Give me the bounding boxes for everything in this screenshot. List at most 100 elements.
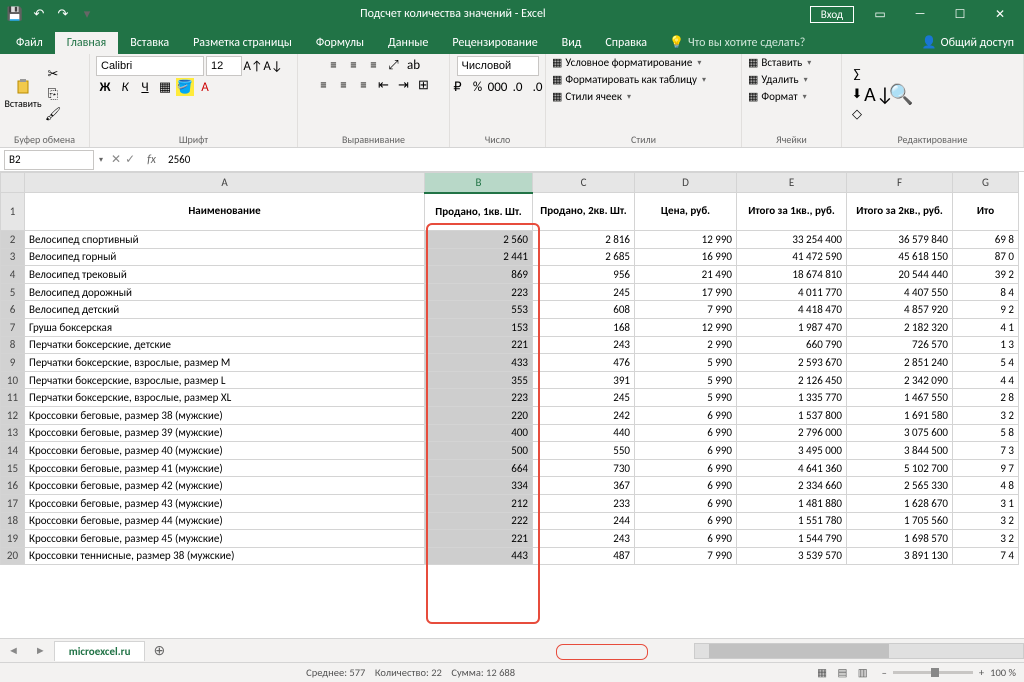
cell[interactable]: 433 — [425, 354, 533, 372]
cell[interactable]: Кроссовки беговые, размер 44 (мужские) — [25, 512, 425, 530]
row-header[interactable]: 12 — [1, 406, 25, 424]
row-header[interactable]: 14 — [1, 442, 25, 460]
cell[interactable]: 16 990 — [635, 248, 737, 266]
cell[interactable]: 222 — [425, 512, 533, 530]
cell[interactable]: 5 990 — [635, 389, 737, 407]
cell[interactable]: Кроссовки беговые, размер 38 (мужские) — [25, 406, 425, 424]
cell[interactable]: 4 857 920 — [847, 301, 953, 319]
tab-review[interactable]: Рецензирование — [440, 32, 549, 54]
copy-icon[interactable]: ⎘ — [44, 86, 62, 104]
align-left-icon[interactable]: ≡ — [315, 76, 333, 94]
col-header-g[interactable]: G — [953, 173, 1019, 193]
cell[interactable]: 1 551 780 — [737, 512, 847, 530]
cell[interactable]: 2 560 — [425, 231, 533, 249]
row-header[interactable]: 17 — [1, 494, 25, 512]
page-layout-view-icon[interactable]: ▤ — [833, 666, 851, 679]
cell[interactable]: 153 — [425, 318, 533, 336]
cell[interactable]: 3 1 — [953, 494, 1019, 512]
cell[interactable]: 3 2 — [953, 406, 1019, 424]
cell[interactable]: 4 4 — [953, 371, 1019, 389]
col-header-a[interactable]: A — [25, 173, 425, 193]
cell[interactable]: 2 126 450 — [737, 371, 847, 389]
cell[interactable]: 69 8 — [953, 231, 1019, 249]
cell[interactable]: 869 — [425, 266, 533, 284]
row-header[interactable]: 19 — [1, 530, 25, 548]
namebox-dropdown-icon[interactable]: ▾ — [97, 155, 105, 165]
cell[interactable]: Продано, 1кв. Шт. — [425, 193, 533, 231]
cell[interactable]: 242 — [533, 406, 635, 424]
ribbon-options-icon[interactable]: ▭ — [862, 3, 898, 25]
row-header[interactable]: 2 — [1, 231, 25, 249]
cell[interactable]: 1 691 580 — [847, 406, 953, 424]
cell[interactable]: 726 570 — [847, 336, 953, 354]
cell[interactable]: 3 2 — [953, 530, 1019, 548]
cell[interactable]: Кроссовки беговые, размер 42 (мужские) — [25, 477, 425, 495]
cell[interactable]: 2 565 330 — [847, 477, 953, 495]
tab-home[interactable]: Главная — [55, 32, 118, 54]
cell[interactable]: Итого за 1кв., руб. — [737, 193, 847, 231]
cell[interactable]: 2 593 670 — [737, 354, 847, 372]
row-header[interactable]: 20 — [1, 547, 25, 565]
cell[interactable]: 4 011 770 — [737, 283, 847, 301]
cell[interactable]: 7 3 — [953, 442, 1019, 460]
save-icon[interactable]: 💾 — [6, 5, 24, 23]
cell[interactable]: 2 685 — [533, 248, 635, 266]
cell[interactable]: 7 990 — [635, 547, 737, 565]
spreadsheet-grid[interactable]: A B C D E F G 1 Наименование Продано, 1к… — [0, 172, 1024, 638]
insert-cells-button[interactable]: ▦Вставить▾ — [748, 56, 813, 69]
italic-icon[interactable]: К — [116, 78, 134, 96]
cell[interactable]: Ито — [953, 193, 1019, 231]
new-sheet-icon[interactable]: ⊕ — [145, 642, 173, 659]
cell[interactable]: 3 891 130 — [847, 547, 953, 565]
cell[interactable]: 223 — [425, 283, 533, 301]
cell[interactable]: 243 — [533, 530, 635, 548]
cell[interactable]: Велосипед дорожный — [25, 283, 425, 301]
horizontal-scrollbar[interactable] — [694, 643, 1024, 659]
row-header[interactable]: 1 — [1, 193, 25, 231]
bold-icon[interactable]: Ж — [96, 78, 114, 96]
currency-icon[interactable]: ₽ — [449, 78, 467, 96]
font-color-icon[interactable]: A — [196, 78, 214, 96]
col-header-c[interactable]: C — [533, 173, 635, 193]
align-bottom-icon[interactable]: ≡ — [365, 56, 383, 74]
cell[interactable]: Перчатки боксерские, взрослые, размер L — [25, 371, 425, 389]
cell[interactable]: Продано, 2кв. Шт. — [533, 193, 635, 231]
autosum-icon[interactable]: ∑ — [848, 66, 866, 84]
accept-formula-icon[interactable]: ✓ — [125, 152, 135, 167]
decrease-decimal-icon[interactable]: .0 — [529, 78, 547, 96]
cell[interactable]: 1 467 550 — [847, 389, 953, 407]
cell[interactable]: 20 544 440 — [847, 266, 953, 284]
cell[interactable]: 440 — [533, 424, 635, 442]
close-icon[interactable]: ✕ — [982, 3, 1018, 25]
cell[interactable]: 6 990 — [635, 459, 737, 477]
cell[interactable]: Кроссовки беговые, размер 45 (мужские) — [25, 530, 425, 548]
cell[interactable]: 2 796 000 — [737, 424, 847, 442]
name-box[interactable]: B2 — [4, 150, 94, 170]
cell[interactable]: 1 3 — [953, 336, 1019, 354]
cut-icon[interactable]: ✂ — [44, 66, 62, 84]
underline-icon[interactable]: Ч — [136, 78, 154, 96]
row-header[interactable]: 6 — [1, 301, 25, 319]
cell[interactable]: 1 705 560 — [847, 512, 953, 530]
cell[interactable]: Кроссовки беговые, размер 40 (мужские) — [25, 442, 425, 460]
cell[interactable]: 2 816 — [533, 231, 635, 249]
align-top-icon[interactable]: ≡ — [325, 56, 343, 74]
cell[interactable]: 212 — [425, 494, 533, 512]
cell[interactable]: 45 618 150 — [847, 248, 953, 266]
cancel-formula-icon[interactable]: ✕ — [111, 152, 121, 167]
zoom-slider[interactable] — [893, 671, 973, 674]
tab-help[interactable]: Справка — [593, 32, 659, 54]
conditional-format-button[interactable]: ▦Условное форматирование▾ — [552, 56, 703, 69]
col-header-f[interactable]: F — [847, 173, 953, 193]
cell[interactable]: 6 990 — [635, 477, 737, 495]
wrap-text-icon[interactable]: ab — [405, 56, 423, 74]
cell[interactable]: 391 — [533, 371, 635, 389]
cell[interactable]: 1 544 790 — [737, 530, 847, 548]
cell[interactable]: Перчатки боксерские, детские — [25, 336, 425, 354]
cell[interactable]: 5 8 — [953, 424, 1019, 442]
increase-decimal-icon[interactable]: .0 — [509, 78, 527, 96]
cell[interactable]: 3 495 000 — [737, 442, 847, 460]
select-all-corner[interactable] — [1, 173, 25, 193]
undo-icon[interactable]: ↶ — [30, 5, 48, 23]
decrease-font-icon[interactable]: A↓ — [264, 57, 282, 75]
